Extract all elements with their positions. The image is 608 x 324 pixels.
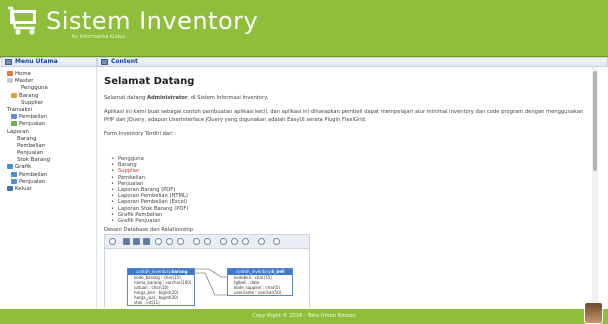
welcome-user: Administrator <box>146 95 188 101</box>
folder-icon <box>7 78 13 84</box>
menu-item-pengguna[interactable]: Pengguna <box>7 85 50 92</box>
menu-item-label: Supplier <box>21 99 44 106</box>
table-barang-header: contoh_inventory.barang <box>128 269 194 275</box>
menu-item-label: Barang <box>17 135 37 142</box>
menu-item-penjualan[interactable]: Penjualan <box>7 178 50 186</box>
table-h-beli-db: contoh_inventory <box>236 269 271 274</box>
menu-item-master[interactable]: Master <box>7 78 50 85</box>
content-panel-label: Content <box>111 58 138 65</box>
description-line-1: Aplikasi ini kami buat sebagai contoh pe… <box>104 109 584 115</box>
welcome-suffix: , di Sistem Informasi Inventory. <box>187 95 269 101</box>
menu-item-label: Home <box>15 71 31 77</box>
menu-item-home[interactable]: Home <box>7 71 50 78</box>
menu-item-penjualan[interactable]: Penjualan <box>7 150 50 157</box>
cart-logo-icon <box>8 6 36 35</box>
menu-item-grafik[interactable]: Grafik <box>7 164 50 171</box>
exit-icon <box>7 186 13 191</box>
menu-item-pembelian[interactable]: Pembelian <box>7 171 50 179</box>
database-diagram: contoh_inventory.barang kode_barang : ch… <box>104 234 310 308</box>
table-barang-fields: kode_barang : char(15) nama_barang : varc… <box>128 275 194 305</box>
footer: Copy Right © 2016 - Toko Umon Binuen <box>0 309 608 324</box>
menu-item-barang[interactable]: Barang <box>7 92 50 100</box>
menu-item-keluar[interactable]: Keluar <box>7 186 50 193</box>
user-avatar[interactable] <box>584 302 603 324</box>
menu-item-pembelian[interactable]: Pembelian <box>7 143 50 150</box>
table-h-beli-fields: kodebeli : char(15) tglbeli : date kode_su… <box>228 275 292 295</box>
app-subtitle: by Informatika Kudus <box>72 34 126 40</box>
welcome-prefix: Selamat datang <box>104 95 147 101</box>
table-h-beli-name: h_beli <box>271 269 285 274</box>
cash-icon <box>11 121 17 127</box>
footer-text: Copy Right © 2016 - Toko Umon Binuen <box>252 313 356 319</box>
form-intro: Form Inventory Terdiri dari : <box>104 131 177 137</box>
menu-item-label: Laporan <box>7 128 29 135</box>
box-icon <box>11 92 17 98</box>
menu-item-label: Stok Barang <box>17 157 51 164</box>
chart-icon <box>11 178 17 184</box>
menu-item-label: Transaksi <box>7 106 32 113</box>
menu-item-label: Keluar <box>15 186 33 192</box>
home-icon <box>7 71 13 76</box>
menu-item-stok-barang[interactable]: Stok Barang <box>7 157 50 164</box>
menu-item-supplier[interactable]: Supplier <box>7 100 50 107</box>
menu-item-label: Barang <box>19 92 39 99</box>
content-scrollbar[interactable] <box>592 67 598 308</box>
diagram-caption: Desain Database dan Relationship <box>104 227 194 233</box>
main-menu: Home Master Pengguna Barang Supplier Transaks… <box>7 71 50 193</box>
table-h-beli-header: contoh_inventory.h_beli <box>228 269 292 275</box>
menu-item-transaksi[interactable]: Transaksi <box>7 107 50 114</box>
welcome-heading: Selamat Datang <box>104 76 195 87</box>
form-list-item: Laporan Stok Barang (PDF) <box>111 206 188 212</box>
chart-icon <box>7 164 13 170</box>
cart-icon <box>11 114 17 120</box>
menu-item-label: Pengguna <box>21 85 48 92</box>
menu-item-penjualan[interactable]: Penjualan <box>7 121 50 128</box>
menu-item-label: Pembelian <box>17 142 46 149</box>
menu-panel-label: Menu Utama <box>15 58 58 65</box>
menu-item-label: Penjualan <box>19 178 46 185</box>
menu-item-label: Pembelian <box>19 171 48 178</box>
table-h-beli[interactable]: contoh_inventory.h_beli kodebeli : char(… <box>227 268 293 296</box>
chart-icon <box>11 171 17 177</box>
menu-item-barang[interactable]: Barang <box>7 136 50 143</box>
content-panel-title: Content <box>97 57 608 67</box>
app-header: Sistem Inventory by Informatika Kudus <box>0 0 608 58</box>
panel-icon <box>5 59 12 65</box>
table-barang[interactable]: contoh_inventory.barang kode_barang : ch… <box>127 268 195 306</box>
table-barang-db: contoh_inventory <box>136 269 171 274</box>
table-barang-name: barang <box>171 269 188 274</box>
welcome-text: Selamat datang Administrator, di Sistem … <box>104 95 268 101</box>
form-list: PenggunaBarangSupplierPembelianPenjualan… <box>111 156 188 224</box>
content-panel: Selamat Datang Selamat datang Administra… <box>97 67 594 308</box>
menu-panel-title: Menu Utama <box>1 57 97 67</box>
menu-item-label: Penjualan <box>17 150 44 157</box>
menu-item-pembelian[interactable]: Pembelian <box>7 114 50 121</box>
app-title: Sistem Inventory <box>46 7 259 35</box>
table-field: stok : int(11) <box>134 300 160 305</box>
description-line-2: PHP dan JQuery, adapun UserInterface JQu… <box>104 117 367 123</box>
menu-item-label: Penjualan <box>19 121 46 128</box>
menu-item-laporan[interactable]: Laporan <box>7 129 50 136</box>
form-list-item: Grafik Penjualan <box>111 218 188 224</box>
scrollbar-thumb[interactable] <box>593 71 597 171</box>
main-menu-panel: Home Master Pengguna Barang Supplier Transaks… <box>1 67 97 308</box>
form-list-item: Laporan Pembelian (Excel) <box>111 199 188 205</box>
menu-item-label: Master <box>15 78 34 85</box>
panel-icon <box>101 59 108 65</box>
menu-item-label: Pembelian <box>19 114 48 121</box>
table-field: username : varchar(50) <box>234 290 282 295</box>
menu-item-label: Grafik <box>15 164 32 171</box>
